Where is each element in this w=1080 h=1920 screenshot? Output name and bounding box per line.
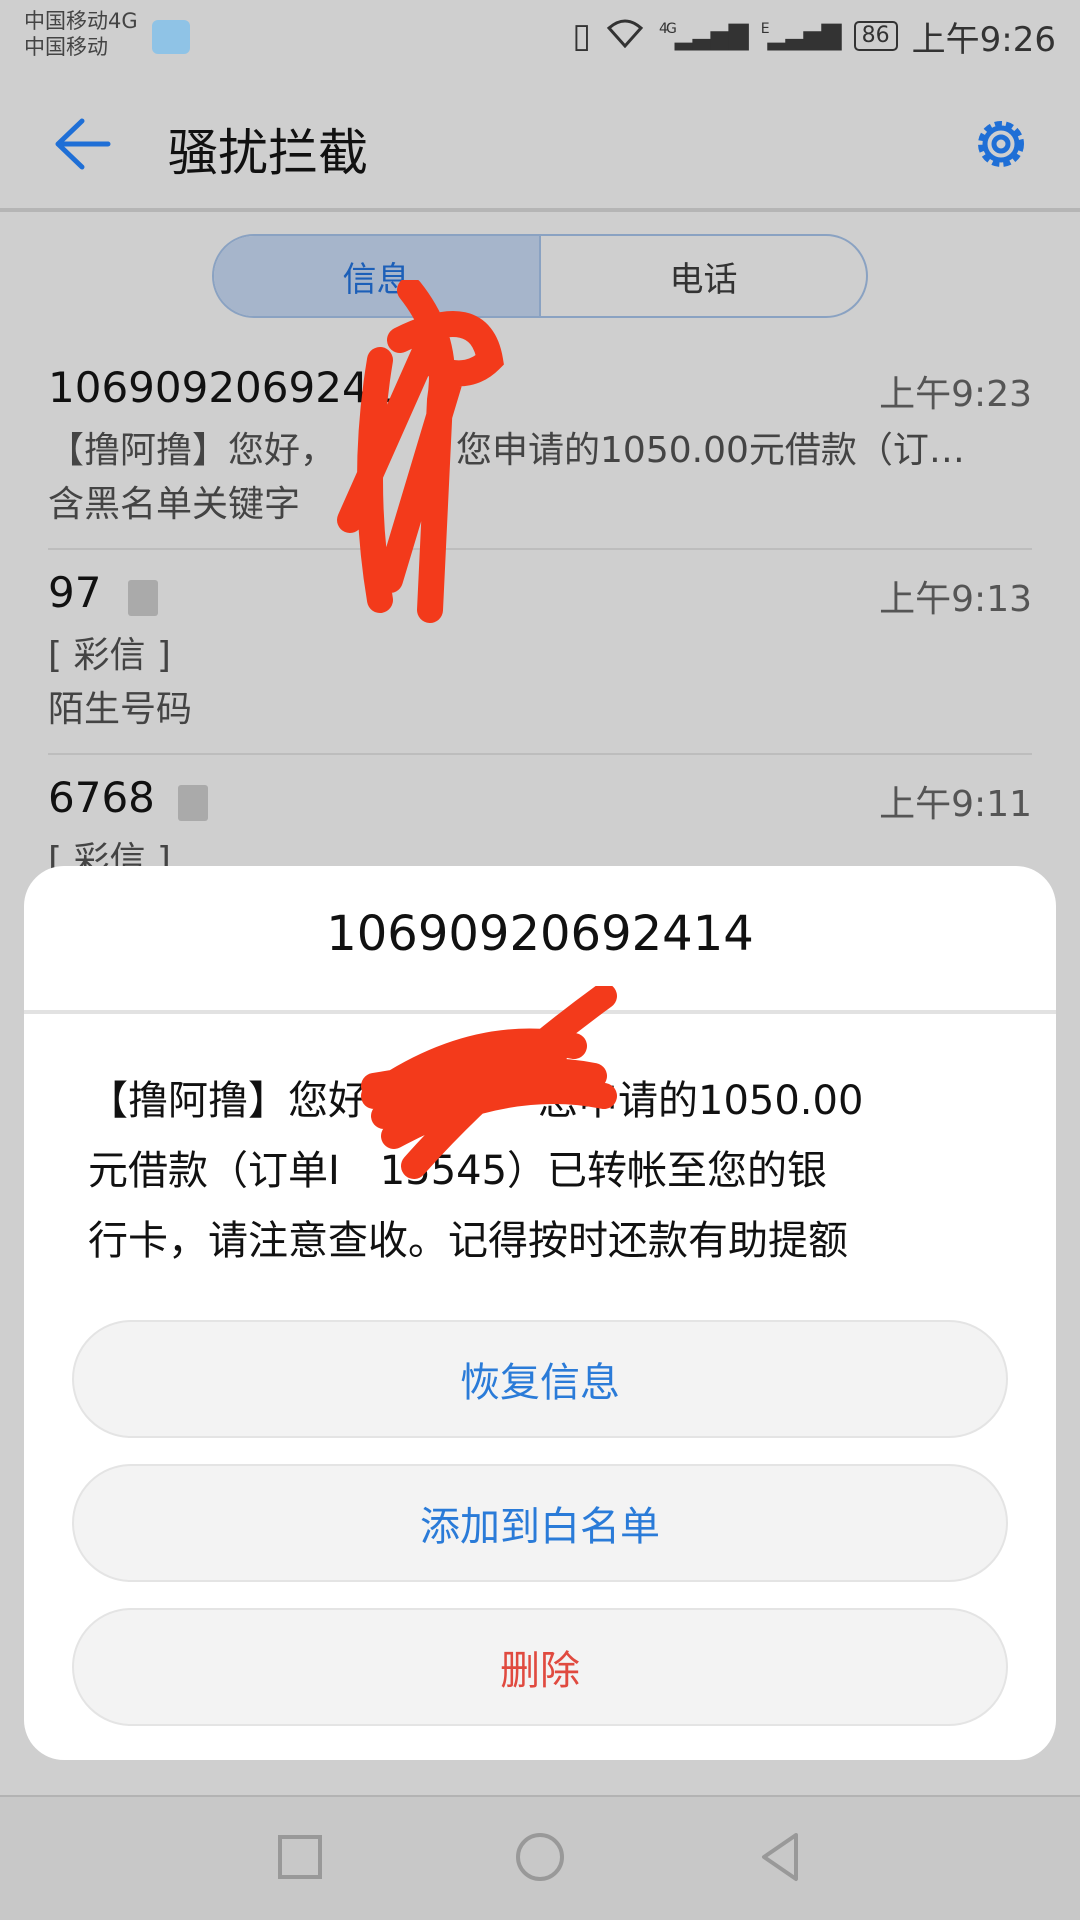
dialog-title: 10690920692414 bbox=[326, 906, 754, 962]
redaction-scribble bbox=[361, 986, 617, 1179]
add-to-whitelist-button[interactable]: 添加到白名单 bbox=[72, 1464, 1008, 1582]
restore-message-button[interactable]: 恢复信息 bbox=[72, 1320, 1008, 1438]
dialog-message-line-3: 行卡，请注意查收。记得按时还款有助提额 bbox=[88, 1218, 848, 1264]
delete-button[interactable]: 删除 bbox=[72, 1608, 1008, 1726]
message-dialog: 10690920692414 【撸阿撸】您好 您申请的1050.00 元借款（订单… bbox=[24, 866, 1056, 1760]
